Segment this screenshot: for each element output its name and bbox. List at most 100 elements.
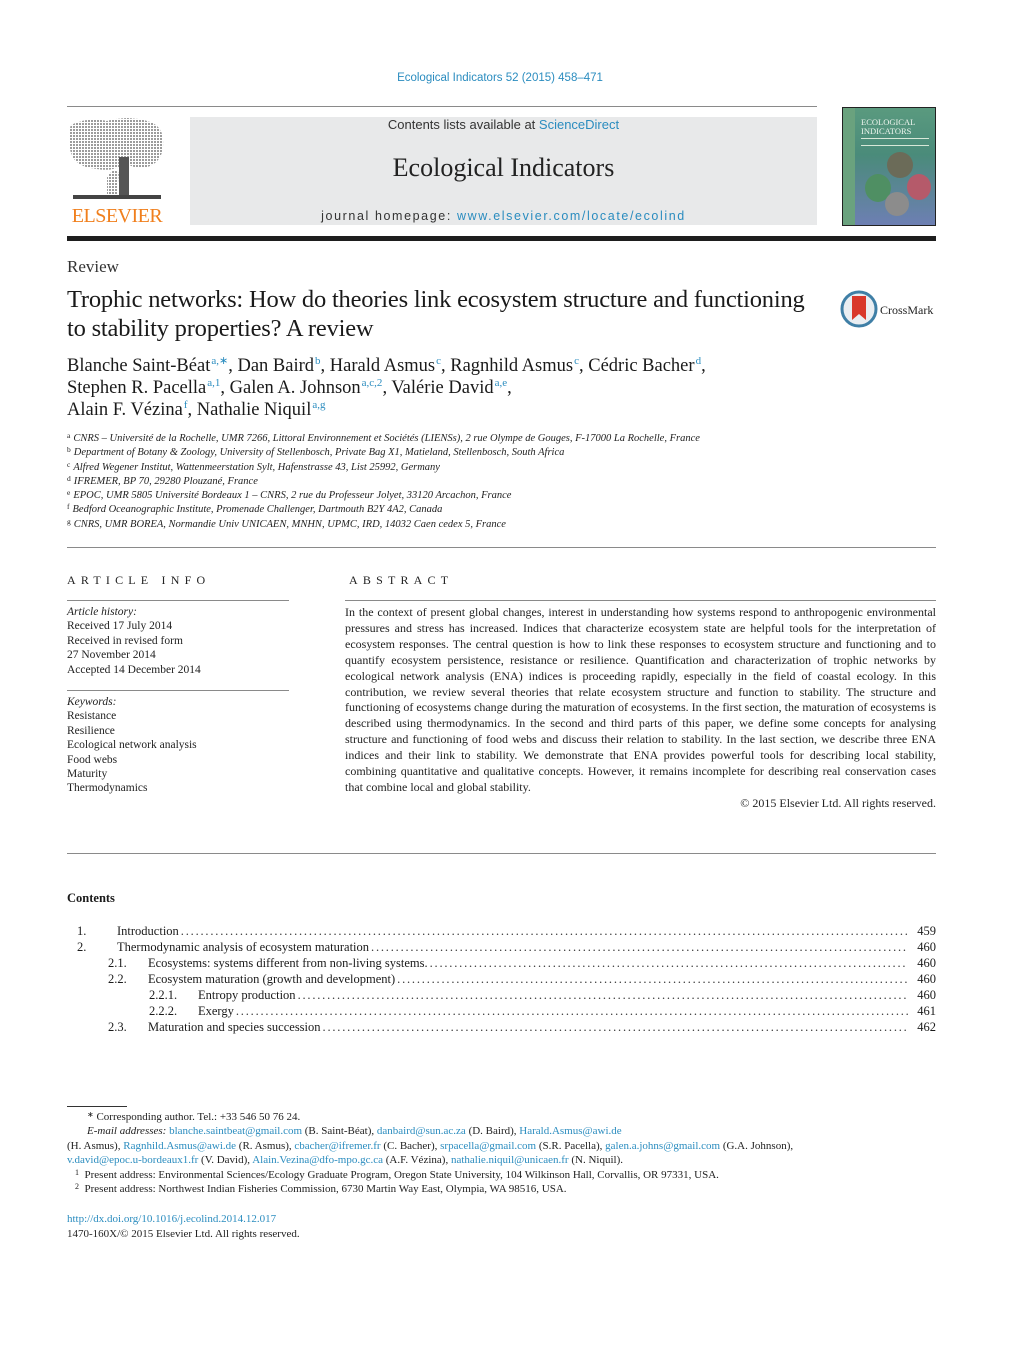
separator: , <box>220 378 230 398</box>
affiliation-text: Bedford Oceanographic Institute, Promena… <box>72 504 443 516</box>
elsevier-logo[interactable]: ELSEVIER <box>67 117 167 227</box>
author-name[interactable]: Nathalie Niquil <box>197 400 312 420</box>
email-owner: (S.R. Pacella) <box>538 1139 600 1152</box>
crossmark-button[interactable]: CrossMark <box>840 290 940 330</box>
email-link[interactable]: Harald.Asmus@awi.de <box>519 1125 621 1137</box>
toc-number: 2.2.2. <box>149 1004 178 1018</box>
affiliation-marker[interactable]: a,c,2 <box>362 377 383 389</box>
toc-number: 2.2.1. <box>149 988 178 1002</box>
toc-number: 2.1. <box>108 956 127 970</box>
present-address-note: 1 Present address: Environmental Science… <box>67 1168 937 1182</box>
issn-copyright: 1470-160X/© 2015 Elsevier Ltd. All right… <box>67 1227 300 1240</box>
toc-leader: ........................................… <box>297 988 908 1002</box>
author-name[interactable]: Galen A. Johnson <box>230 378 361 398</box>
toc-entry[interactable]: 2.2.1. Entropy production................… <box>67 987 936 1003</box>
journal-citation-link[interactable]: Ecological Indicators 52 (2015) 458–471 <box>0 72 1000 84</box>
affiliation-text: Alfred Wegener Institut, Wattenmeerstati… <box>73 461 440 473</box>
affiliation-marker[interactable]: a,1 <box>207 377 220 389</box>
keyword: Maturity <box>67 768 108 781</box>
toc-label[interactable]: Ecosystems: systems different from non-l… <box>148 955 428 971</box>
affiliation-text: Department of Botany & Zoology, Universi… <box>73 447 565 459</box>
present-address-text: Present address: Environmental Sciences/… <box>84 1168 719 1181</box>
toc-label[interactable]: Introduction <box>117 923 179 939</box>
article-info-rule <box>67 690 289 691</box>
keyword: Resilience <box>67 724 115 737</box>
contents-availability: Contents lists available at ScienceDirec… <box>190 117 817 132</box>
toc-entry[interactable]: 2. Thermodynamic analysis of ecosystem ma… <box>67 939 936 955</box>
elsevier-tree-icon <box>69 118 164 199</box>
affiliation-marker[interactable]: a,g <box>312 399 325 411</box>
cover-photo-circle <box>887 152 913 178</box>
author-name[interactable]: Valérie David <box>391 378 493 398</box>
present-address-note: 2 Present address: Northwest Indian Fish… <box>67 1182 937 1196</box>
toc-entry[interactable]: 2.2. Ecosystem maturation (growth and dev… <box>67 971 936 987</box>
toc-page: 461 <box>917 1004 936 1018</box>
affiliation: d IFREMER, BP 70, 29280 Plouzané, France <box>67 475 827 489</box>
toc-entry[interactable]: 1. Introduction..........................… <box>67 923 936 939</box>
toc-label[interactable]: Exergy <box>198 1003 234 1019</box>
present-address-text: Present address: Northwest Indian Fisher… <box>84 1183 567 1196</box>
affiliation-marker[interactable]: a,e <box>495 377 508 389</box>
affiliation-key: f <box>67 502 70 512</box>
affiliation: f Bedford Oceanographic Institute, Promen… <box>67 503 827 517</box>
doi-block: http://dx.doi.org/10.1016/j.ecolind.2014… <box>67 1212 300 1241</box>
author[interactable]: Ragnhild Asmusc <box>450 356 579 377</box>
affiliation-text: CNRS, UMR BOREA, Normandie Univ UNICAEN,… <box>73 518 506 530</box>
author[interactable]: Cédric Bacherd <box>588 356 701 377</box>
author[interactable]: Valérie Davida,e <box>391 377 508 399</box>
crossmark-icon <box>840 290 878 328</box>
homepage-link[interactable]: www.elsevier.com/locate/ecolind <box>457 209 686 223</box>
email-link[interactable]: nathalie.niquil@unicaen.fr <box>451 1154 569 1166</box>
author[interactable]: Stephen R. Pacellaa,1 <box>67 377 220 399</box>
keywords: Keywords: Resistance Resilience Ecologic… <box>67 695 197 796</box>
author[interactable]: Galen A. Johnsona,c,2 <box>230 377 383 399</box>
toc-leader: ........................................… <box>235 1004 908 1018</box>
email-link[interactable]: srpacella@gmail.com <box>440 1140 536 1152</box>
email-owner: (B. Saint-Béat) <box>304 1125 372 1138</box>
affiliation-key: e <box>67 488 71 498</box>
email-link[interactable]: danbaird@sun.ac.za <box>377 1125 466 1137</box>
toc-entry[interactable]: 2.3. Maturation and species succession...… <box>67 1019 936 1035</box>
email-link[interactable]: cbacher@ifremer.fr <box>294 1140 380 1152</box>
author-name[interactable]: Harald Asmus <box>330 356 435 376</box>
sciencedirect-link[interactable]: ScienceDirect <box>539 117 619 132</box>
toc-label[interactable]: Ecosystem maturation (growth and develop… <box>148 971 396 987</box>
author[interactable]: Dan Bairdb <box>237 356 320 377</box>
toc-entry[interactable]: 2.1. Ecosystems: systems different from n… <box>67 955 936 971</box>
toc-label[interactable]: Thermodynamic analysis of ecosystem matu… <box>117 939 370 955</box>
section-divider <box>67 547 936 548</box>
author-name[interactable]: Ragnhild Asmus <box>450 356 573 376</box>
email-link[interactable]: galen.a.johns@gmail.com <box>605 1140 720 1152</box>
cover-subtitle <box>861 138 929 146</box>
cover-title: ECOLOGICAL INDICATORS <box>861 118 915 136</box>
email-label: E-mail addresses: <box>87 1125 167 1138</box>
email-link[interactable]: Alain.Vezina@dfo-mpo.gc.ca <box>252 1154 383 1166</box>
history-entry: Received in revised form <box>67 634 183 647</box>
journal-cover-image[interactable]: ECOLOGICAL INDICATORS <box>842 107 936 226</box>
author[interactable]: Harald Asmusc <box>330 356 441 377</box>
toc-entry[interactable]: 2.2.2. Exergy............................… <box>67 1003 936 1019</box>
email-link[interactable]: v.david@epoc.u-bordeaux1.fr <box>67 1154 198 1166</box>
doi-link[interactable]: http://dx.doi.org/10.1016/j.ecolind.2014… <box>67 1213 276 1225</box>
abstract-rule <box>345 600 936 601</box>
article-info-heading: ARTICLE INFO <box>67 573 211 587</box>
author-name[interactable]: Blanche Saint-Béat <box>67 356 210 376</box>
toc-leader: ........................................… <box>397 972 908 986</box>
cover-title-line: INDICATORS <box>861 126 912 136</box>
article-type: Review <box>67 257 119 276</box>
author-name[interactable]: Alain F. Vézina <box>67 400 183 420</box>
email-link[interactable]: blanche.saintbeat@gmail.com <box>169 1125 302 1137</box>
homepage-prefix: journal homepage: <box>321 209 457 223</box>
cover-photo-circle <box>907 174 931 200</box>
author-name[interactable]: Dan Baird <box>237 356 314 376</box>
toc-label[interactable]: Entropy production <box>198 987 296 1003</box>
author-name[interactable]: Stephen R. Pacella <box>67 378 206 398</box>
toc-label[interactable]: Maturation and species succession <box>148 1019 321 1035</box>
author[interactable]: Alain F. Vézinaf <box>67 400 188 421</box>
toc-leader: ........................................… <box>429 956 908 970</box>
author[interactable]: Nathalie Niquila,g <box>197 399 326 421</box>
email-link[interactable]: Ragnhild.Asmus@awi.de <box>123 1140 236 1152</box>
affiliation-marker[interactable]: a,∗ <box>211 355 228 367</box>
author[interactable]: Blanche Saint-Béata,∗ <box>67 355 228 377</box>
author-name[interactable]: Cédric Bacher <box>588 356 694 376</box>
